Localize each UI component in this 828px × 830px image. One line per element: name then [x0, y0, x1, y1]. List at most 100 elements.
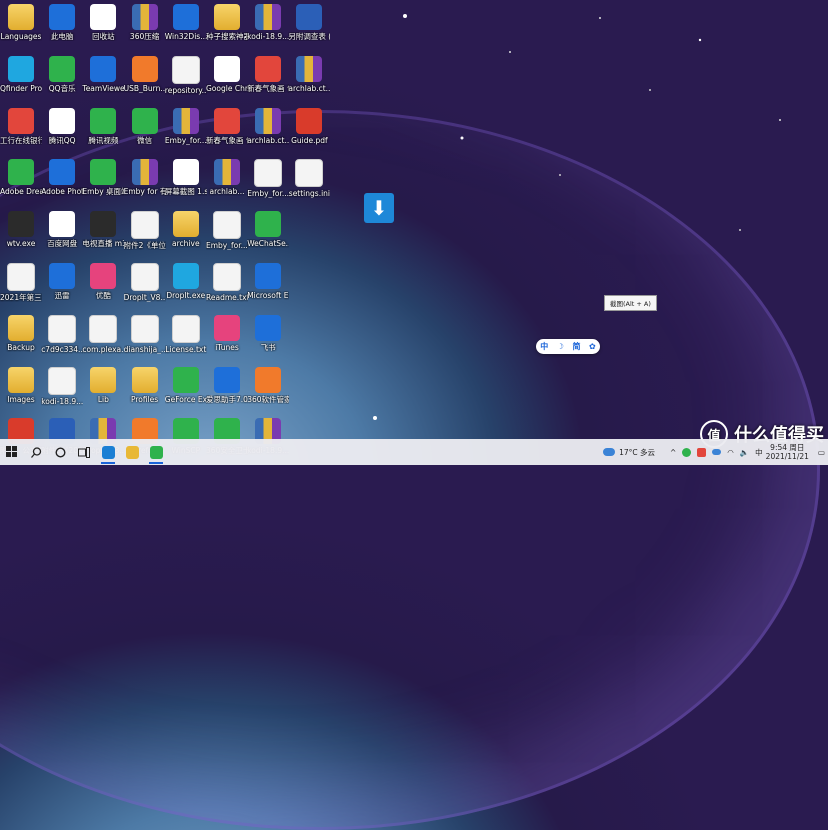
desktop-icon[interactable]: DropIt.exe: [165, 261, 207, 313]
edge-icon: [101, 445, 115, 459]
download-float-icon[interactable]: ⬇: [364, 193, 394, 223]
desktop-icon[interactable]: 优酷: [82, 261, 124, 313]
desktop-icon[interactable]: DropIt_V8...: [124, 261, 166, 313]
desktop-icon-label: USB_Burn...: [123, 83, 166, 93]
weather-widget[interactable]: 17°C 多云: [603, 447, 655, 458]
desktop-icon[interactable]: Emby_for...: [247, 157, 289, 209]
desktop-icon[interactable]: 附件2《单位员工首要的...: [124, 209, 166, 261]
desktop-icon[interactable]: settings.ini: [288, 157, 330, 209]
desktop-icon[interactable]: archlab...: [206, 157, 248, 209]
volume-icon[interactable]: 🔈: [740, 448, 749, 457]
desktop-icon[interactable]: archlab.ct...: [247, 106, 289, 158]
desktop-icon-label: 另附调查表 (2021...: [288, 32, 330, 41]
clock[interactable]: 9:54 周日 2021/11/21: [766, 443, 809, 461]
desktop-icon[interactable]: TeamViewer: [82, 54, 124, 106]
desktop-icon[interactable]: wtv.exe: [0, 209, 42, 261]
desktop-icon[interactable]: 飞书: [247, 313, 289, 365]
cloud-icon: [49, 211, 76, 238]
desktop-icon[interactable]: Images: [0, 365, 42, 417]
desktop-icon[interactable]: Adobe Photosh...: [41, 157, 83, 209]
desktop-icon-label: Backup: [7, 342, 35, 352]
document-icon: [130, 211, 159, 240]
desktop-icon[interactable]: 另附调查表 (2021...: [288, 2, 330, 54]
taskbar-app-explorer[interactable]: [120, 439, 144, 465]
notifications-icon[interactable]: ▭: [818, 448, 825, 457]
desktop-icon[interactable]: Lib: [82, 365, 124, 417]
task-view-icon[interactable]: [72, 439, 96, 465]
desktop-icon-label: Images: [7, 394, 35, 404]
ime-skin-icon[interactable]: ✿: [589, 342, 596, 351]
download-icon: [172, 263, 199, 289]
ime-toolbar[interactable]: 中 ☽ 简 ✿: [536, 339, 600, 354]
ime-chinese-mode[interactable]: 中: [540, 341, 548, 352]
desktop-icon[interactable]: 2021年第三季全国应急...: [0, 261, 42, 313]
desktop-icon[interactable]: 爱思助手7.0: [206, 365, 248, 417]
desktop-icon[interactable]: Emby 桌面端: [82, 157, 124, 209]
desktop-icon[interactable]: 新春气象画 包装...: [247, 54, 289, 106]
taskbar-app-wechat[interactable]: [144, 439, 168, 465]
cloud-sync-tray-icon[interactable]: [712, 449, 722, 455]
desktop-icon[interactable]: 百度网盘: [41, 209, 83, 261]
desktop-icon[interactable]: dianshija_...: [124, 313, 166, 365]
green-app-tray-icon[interactable]: [682, 447, 692, 457]
desktop-icon-label: Win32Dis...: [164, 32, 207, 41]
ime-tray-icon[interactable]: 中: [755, 447, 763, 458]
desktop-icon[interactable]: QQ音乐: [41, 54, 83, 106]
desktop-icon[interactable]: com.plexa...: [82, 313, 124, 365]
desktop-icon[interactable]: kodi-18.9...: [247, 2, 289, 54]
desktop-icon[interactable]: USB_Burn...: [124, 54, 166, 106]
desktop-icon[interactable]: 迅雷: [41, 261, 83, 313]
chevron-up-icon[interactable]: ^: [670, 448, 676, 457]
desktop-icon[interactable]: Adobe Dreamwe...: [0, 157, 42, 209]
desktop-icon[interactable]: Emby_for...: [165, 106, 207, 158]
desktop-icon[interactable]: Emby for 有框架.apk...: [124, 157, 166, 209]
desktop-icon[interactable]: Profiles: [124, 365, 166, 417]
desktop-icon[interactable]: c7d9c334...: [41, 313, 83, 365]
document-icon: [171, 314, 200, 343]
desktop-icon-label: DropIt_V8...: [123, 293, 166, 302]
desktop-icon[interactable]: 种子搜索神器: [206, 2, 248, 54]
desktop-icon[interactable]: kodi-18.9...: [41, 365, 83, 417]
desktop-icon[interactable]: 屏幕截图 1.scale.rfe...: [165, 157, 207, 209]
desktop-icon[interactable]: archive: [165, 209, 207, 261]
cortana-icon[interactable]: [48, 439, 72, 465]
desktop-icon[interactable]: WeChatSe...: [247, 209, 289, 261]
desktop-icon[interactable]: Guide.pdf: [288, 106, 330, 158]
ime-simplified[interactable]: 简: [573, 341, 581, 352]
desktop-icon-label: dianshija_...: [123, 344, 166, 354]
tool-icon: [172, 4, 199, 30]
desktop-icon[interactable]: 工行在线银行: [0, 106, 42, 158]
desktop-icon[interactable]: Languages: [0, 2, 42, 54]
desktop-icon[interactable]: License.txt: [165, 313, 207, 365]
red-app-tray-icon[interactable]: [697, 447, 707, 457]
desktop-icon[interactable]: Qfinder Pro: [0, 54, 42, 106]
chrome-icon: [214, 55, 240, 82]
desktop-icon-label: 360压缩: [129, 32, 160, 41]
desktop-icon[interactable]: 回收站: [82, 2, 124, 54]
desktop-icon[interactable]: Readme.txt: [206, 261, 248, 313]
desktop-icon[interactable]: 腾讯视频: [82, 106, 124, 158]
desktop-icon[interactable]: 电视直播 m3u: [82, 209, 124, 261]
desktop-icon[interactable]: repository...: [165, 54, 207, 106]
desktop-icon[interactable]: Emby_for...apk: [206, 209, 248, 261]
desktop-icon[interactable]: 微信: [124, 106, 166, 158]
desktop-icon[interactable]: Microsoft Edge: [247, 261, 289, 313]
desktop-icon[interactable]: GeForce Experience: [165, 365, 207, 417]
desktop-icon[interactable]: 360软件管家: [247, 365, 289, 417]
desktop-icon[interactable]: archlab.ct...: [288, 54, 330, 106]
ime-moon-icon[interactable]: ☽: [557, 342, 564, 351]
desktop-icon[interactable]: iTunes: [206, 313, 248, 365]
desktop-icon[interactable]: 腾讯QQ: [41, 106, 83, 158]
wifi-icon[interactable]: ◠: [727, 448, 734, 457]
desktop-icon[interactable]: Backup: [0, 313, 42, 365]
desktop-icon[interactable]: Win32Dis...: [165, 2, 207, 54]
taskbar-app-edge[interactable]: [96, 439, 120, 465]
desktop-icon[interactable]: Google Chrome: [206, 54, 248, 106]
desktop-icon[interactable]: 新春气象画 包装...: [206, 106, 248, 158]
windows-start-icon[interactable]: [0, 439, 24, 465]
search-icon[interactable]: [24, 439, 48, 465]
desktop-icon[interactable]: 此电脑: [41, 2, 83, 54]
emby-icon: [90, 159, 117, 186]
desktop-icon-label: 附件2《单位员工首要的...: [123, 241, 166, 251]
desktop-icon[interactable]: 360压缩: [124, 2, 166, 54]
